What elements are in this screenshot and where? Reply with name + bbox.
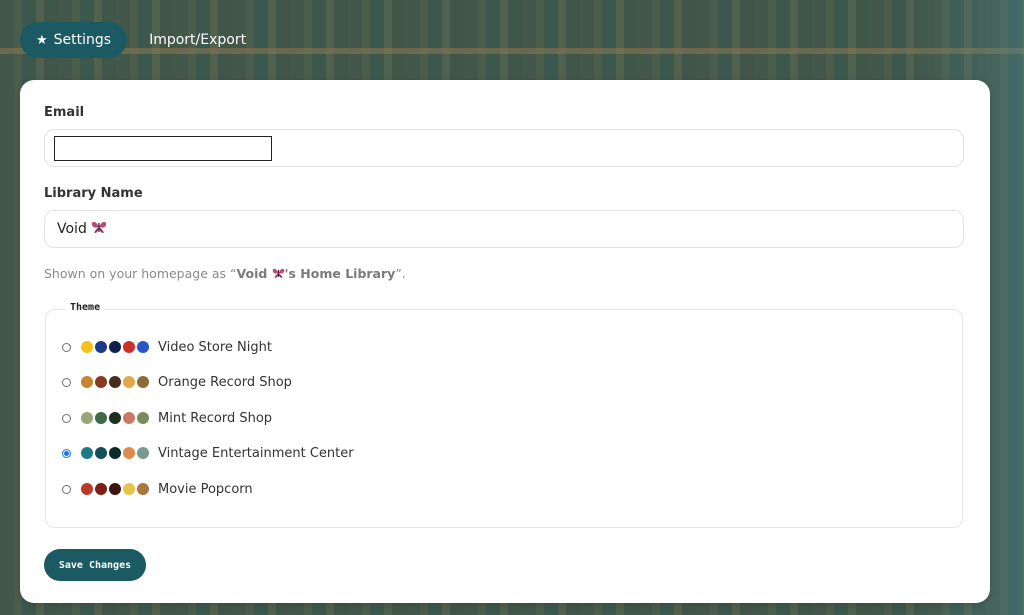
butterfly-icon: [91, 220, 107, 238]
hint-suffix-bold: 's Home Library: [284, 266, 396, 281]
color-swatch: [95, 483, 107, 495]
library-name-hint: Shown on your homepage as “Void 's Home …: [44, 266, 406, 282]
color-swatch: [81, 376, 93, 388]
color-swatch: [95, 341, 107, 353]
theme-fieldset: Theme Video Store Night Orange Record Sh…: [45, 302, 963, 528]
email-input[interactable]: [54, 136, 272, 161]
theme-option-orange-record-shop[interactable]: Orange Record Shop: [62, 372, 292, 392]
color-swatches: [81, 447, 149, 459]
color-swatch: [123, 376, 135, 388]
hint-suffix: ”.: [395, 266, 406, 281]
theme-radio[interactable]: [62, 342, 71, 352]
theme-option-vintage-entertainment-center[interactable]: Vintage Entertainment Center: [62, 443, 354, 463]
library-name-input[interactable]: Void: [44, 210, 964, 248]
tab-settings[interactable]: ★ Settings: [20, 22, 128, 58]
color-swatch: [81, 447, 93, 459]
color-swatch: [137, 447, 149, 459]
theme-name: Video Store Night: [158, 339, 272, 355]
star-icon: ★: [36, 32, 48, 48]
hint-prefix: Shown on your homepage as “: [44, 266, 237, 281]
color-swatch: [81, 341, 93, 353]
color-swatches: [81, 341, 149, 353]
theme-radio[interactable]: [62, 484, 71, 494]
color-swatch: [95, 412, 107, 424]
color-swatch: [95, 447, 107, 459]
tab-bar: ★ Settings Import/Export: [20, 22, 262, 58]
color-swatch: [137, 412, 149, 424]
theme-option-movie-popcorn[interactable]: Movie Popcorn: [62, 479, 253, 499]
theme-name: Movie Popcorn: [158, 481, 253, 497]
theme-name: Vintage Entertainment Center: [158, 445, 354, 461]
library-name-label: Library Name: [44, 186, 143, 201]
color-swatch: [95, 376, 107, 388]
theme-radio[interactable]: [62, 413, 71, 423]
tab-import-export-label: Import/Export: [149, 32, 247, 48]
color-swatch: [137, 483, 149, 495]
color-swatch: [123, 341, 135, 353]
color-swatch: [81, 412, 93, 424]
theme-option-video-store-night[interactable]: Video Store Night: [62, 337, 272, 357]
butterfly-icon: [272, 267, 285, 282]
library-name-text: Void: [57, 221, 87, 237]
tab-settings-label: Settings: [53, 32, 112, 48]
color-swatch: [109, 376, 121, 388]
color-swatch: [123, 412, 135, 424]
email-field-wrapper: [44, 129, 964, 167]
theme-name: Orange Record Shop: [158, 374, 292, 390]
save-changes-button[interactable]: Save Changes: [44, 549, 146, 581]
hint-bold-name: Void 's Home Library: [237, 266, 396, 281]
theme-radio[interactable]: [62, 448, 71, 458]
color-swatch: [137, 341, 149, 353]
theme-legend: Theme: [66, 302, 105, 313]
library-name-value: Void: [57, 220, 107, 238]
color-swatch: [137, 376, 149, 388]
theme-option-mint-record-shop[interactable]: Mint Record Shop: [62, 408, 272, 428]
hint-name-text: Void: [236, 266, 268, 281]
color-swatch: [123, 447, 135, 459]
color-swatches: [81, 376, 149, 388]
color-swatches: [81, 483, 149, 495]
color-swatch: [109, 483, 121, 495]
color-swatch: [123, 483, 135, 495]
color-swatch: [109, 447, 121, 459]
theme-name: Mint Record Shop: [158, 410, 273, 426]
theme-radio[interactable]: [62, 377, 71, 387]
color-swatch: [109, 412, 121, 424]
color-swatch: [81, 483, 93, 495]
color-swatches: [81, 412, 149, 424]
tab-import-export[interactable]: Import/Export: [133, 22, 262, 58]
settings-card: Email Library Name Void Shown on your ho…: [20, 80, 990, 603]
email-label: Email: [44, 105, 85, 120]
color-swatch: [109, 341, 121, 353]
